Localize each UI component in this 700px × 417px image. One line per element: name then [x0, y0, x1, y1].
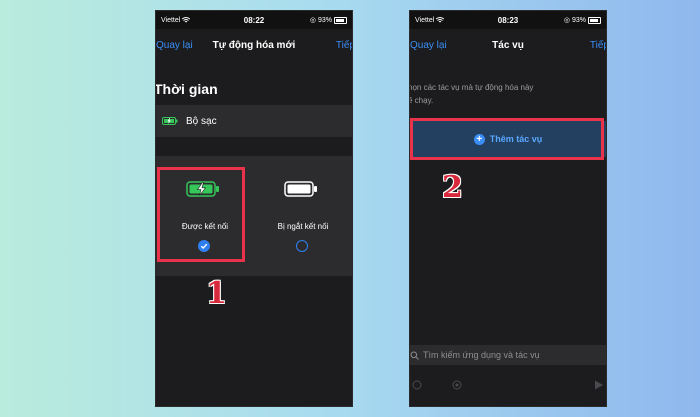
- search-bar[interactable]: Tìm kiếm ứng dụng và tác vụ: [410, 345, 606, 365]
- battery-icon: [334, 16, 347, 24]
- phone-screen-automation-trigger: Viettel 08:22 ◎ 93% Quay lại Tự động hóa…: [155, 10, 353, 407]
- add-action-label: Thêm tác vụ: [489, 134, 543, 144]
- disconnected-radio[interactable]: [296, 240, 308, 252]
- phone-screen-actions: Viettel 08:23 ◎ 93% Quay lại Tác vụ Tiếp…: [409, 10, 607, 407]
- nav-bar: Quay lại Tác vụ Tiếp: [410, 29, 606, 63]
- charging-battery-large-icon: [186, 181, 220, 199]
- status-time: 08:22: [243, 15, 265, 25]
- section-title: Thời gian: [155, 81, 218, 97]
- info-icon[interactable]: [412, 380, 422, 390]
- plus-icon: +: [473, 133, 485, 145]
- add-action-button[interactable]: + Thêm tác vụ: [410, 121, 606, 157]
- nav-title: Tác vụ: [492, 40, 524, 51]
- step-number-2: 2: [442, 170, 463, 205]
- option-connected-label: Được kết nối: [181, 222, 229, 231]
- settings-icon[interactable]: [452, 380, 462, 390]
- option-disconnected[interactable]: Bị ngắt kết nối: [254, 156, 352, 276]
- charger-options: Được kết nối Bị ngắt kết nối: [156, 156, 352, 276]
- battery-large-icon: [284, 181, 318, 199]
- description-text: họn các tác vụ mà tự động hóa này ẽ chạy…: [409, 83, 534, 105]
- charger-row[interactable]: Bộ sạc: [156, 105, 352, 137]
- charging-battery-icon: [162, 117, 178, 125]
- checkmark-icon: [200, 243, 208, 249]
- battery-icon: [588, 16, 601, 24]
- search-placeholder: Tìm kiếm ứng dụng và tác vụ: [423, 350, 540, 360]
- play-icon[interactable]: [594, 380, 604, 390]
- search-icon: [410, 351, 419, 360]
- status-bar: Viettel 08:22 ◎ 93%: [156, 11, 352, 29]
- bottom-toolbar: [410, 367, 606, 406]
- charger-label: Bộ sạc: [186, 115, 217, 127]
- status-time: 08:23: [497, 15, 519, 25]
- nav-title: Tự động hóa mới: [212, 40, 296, 51]
- option-disconnected-label: Bị ngắt kết nối: [277, 222, 329, 231]
- status-bar: Viettel 08:23 ◎ 93%: [410, 11, 606, 29]
- step-number-1: 1: [206, 276, 227, 311]
- next-button[interactable]: Tiếp: [336, 40, 352, 51]
- connected-radio[interactable]: [198, 240, 210, 252]
- next-button[interactable]: Tiếp: [590, 40, 606, 51]
- option-connected[interactable]: Được kết nối: [156, 156, 254, 276]
- nav-bar: Quay lại Tự động hóa mới Tiếp: [156, 29, 352, 63]
